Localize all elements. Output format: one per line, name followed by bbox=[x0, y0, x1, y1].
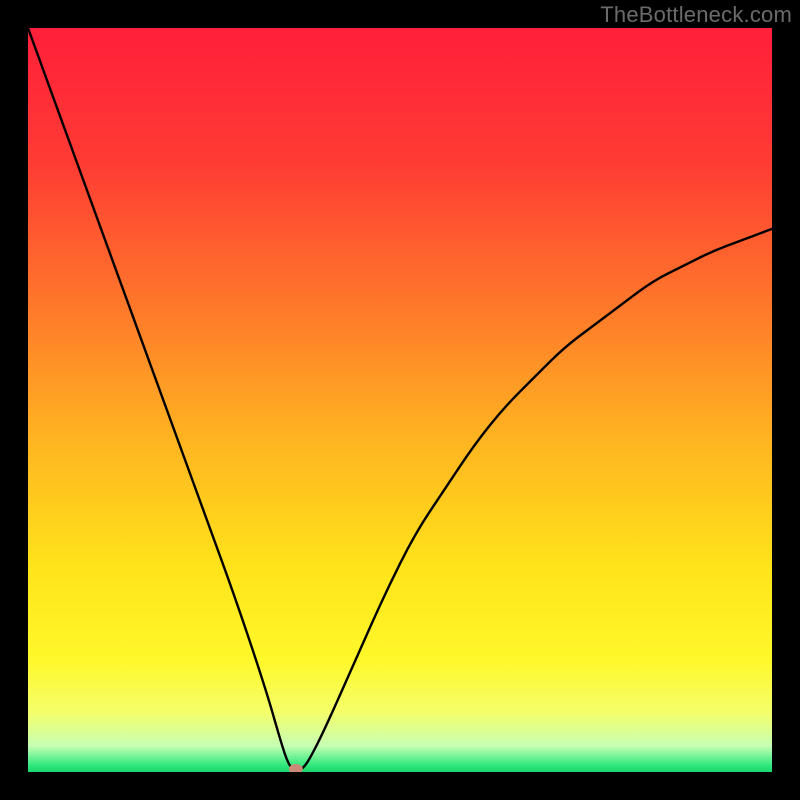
bottleneck-chart bbox=[28, 28, 772, 772]
gradient-background bbox=[28, 28, 772, 772]
chart-frame: TheBottleneck.com bbox=[0, 0, 800, 800]
plot-area bbox=[28, 28, 772, 772]
watermark-text: TheBottleneck.com bbox=[600, 2, 792, 28]
